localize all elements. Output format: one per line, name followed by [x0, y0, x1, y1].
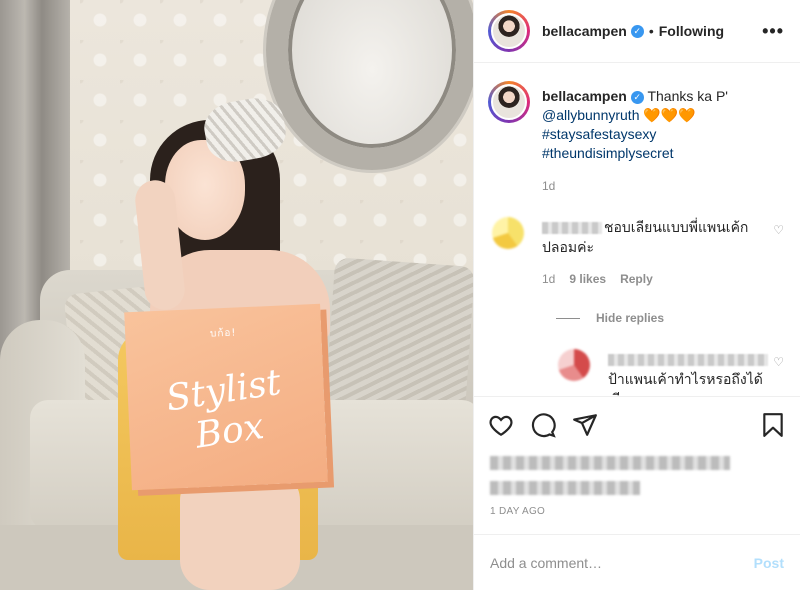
post-actions: [474, 396, 800, 452]
stylist-box: บก้อ! Stylist Box: [124, 303, 328, 491]
separator-dot: •: [648, 23, 654, 39]
following-button[interactable]: Following: [659, 23, 724, 39]
bookmark-icon[interactable]: [760, 412, 786, 438]
blurred-username[interactable]: [542, 222, 602, 235]
comments-list[interactable]: bellacampen ✓ Thanks ka P' @allybunnyruth…: [474, 63, 800, 396]
reply-like-heart-icon[interactable]: ♡: [773, 355, 784, 396]
caption-username[interactable]: bellacampen: [542, 88, 627, 104]
heart-icon[interactable]: [488, 412, 514, 438]
comment-icon[interactable]: [530, 412, 556, 438]
post-comment-button[interactable]: Post: [754, 555, 784, 571]
verified-badge-icon: ✓: [630, 24, 644, 38]
caption-text: Thanks ka P': [647, 88, 728, 104]
hashtag-link-1[interactable]: #staysafestaysexy: [542, 126, 656, 142]
caption-avatar[interactable]: [491, 84, 527, 120]
blurred-avatar[interactable]: [558, 349, 590, 381]
comment-item: ชอบเลียนแบบพี่แพนเค้กปลอมค่ะ 1d 9 likes …: [488, 217, 784, 289]
comment-likes[interactable]: 9 likes: [569, 269, 606, 289]
person-legs: [180, 470, 300, 590]
box-brand: บก้อ!: [209, 327, 237, 340]
share-icon[interactable]: [572, 412, 598, 438]
reply-body: ป้าแพนเค้าทำไรหรอถึงได้เรียนแบบ: [608, 349, 773, 396]
caption-body: bellacampen ✓ Thanks ka P' @allybunnyruth…: [542, 81, 728, 163]
hide-replies-label: Hide replies: [596, 311, 665, 325]
caption: bellacampen ✓ Thanks ka P' @allybunnyruth…: [488, 81, 784, 163]
instagram-post-modal: บก้อ! Stylist Box bellacampen ✓ • Follow…: [0, 0, 800, 590]
post-photo[interactable]: บก้อ! Stylist Box: [0, 0, 473, 590]
post-header: bellacampen ✓ • Following •••: [474, 0, 800, 63]
comment-meta: 1d 9 likes Reply: [542, 269, 773, 289]
blurred-likes: [490, 456, 730, 470]
caption-story-ring[interactable]: [488, 81, 530, 123]
blurred-avatar[interactable]: [492, 217, 524, 249]
add-comment-bar: Post: [474, 534, 800, 590]
hide-replies-button[interactable]: Hide replies: [556, 311, 784, 325]
blurred-likes: [490, 481, 640, 495]
caption-timestamp[interactable]: 1d: [542, 179, 784, 193]
pillow-right: [324, 257, 473, 417]
reply-text: ป้าแพนเค้าทำไรหรอถึงได้เรียนแบบ: [608, 371, 763, 396]
likes-summary-2: [474, 474, 800, 496]
orange-hearts-emoji: 🧡🧡🧡: [643, 107, 696, 123]
hide-replies-line: [556, 317, 580, 319]
header-username[interactable]: bellacampen: [542, 23, 627, 39]
hashtag-link-2[interactable]: #theundisimplysecret: [542, 145, 674, 161]
reply-item: ป้าแพนเค้าทำไรหรอถึงได้เรียนแบบ ♡: [554, 349, 784, 396]
comment-body: ชอบเลียนแบบพี่แพนเค้กปลอมค่ะ 1d 9 likes …: [542, 217, 773, 289]
comment-time[interactable]: 1d: [542, 269, 555, 289]
add-comment-input[interactable]: [490, 554, 754, 571]
story-ring[interactable]: [488, 10, 530, 52]
comment-like-heart-icon[interactable]: ♡: [773, 223, 784, 289]
post-date[interactable]: 1 DAY AGO: [474, 496, 800, 534]
verified-badge-icon: ✓: [630, 90, 644, 104]
reply-button[interactable]: Reply: [620, 269, 653, 289]
mention-link[interactable]: @allybunnyruth: [542, 107, 640, 123]
box-title: Stylist Box: [163, 361, 284, 457]
avatar[interactable]: [491, 13, 527, 49]
post-side-panel: bellacampen ✓ • Following ••• bellacampe…: [473, 0, 800, 590]
more-options-icon[interactable]: •••: [762, 21, 784, 42]
blurred-username[interactable]: [608, 354, 768, 367]
likes-summary[interactable]: [474, 452, 800, 474]
